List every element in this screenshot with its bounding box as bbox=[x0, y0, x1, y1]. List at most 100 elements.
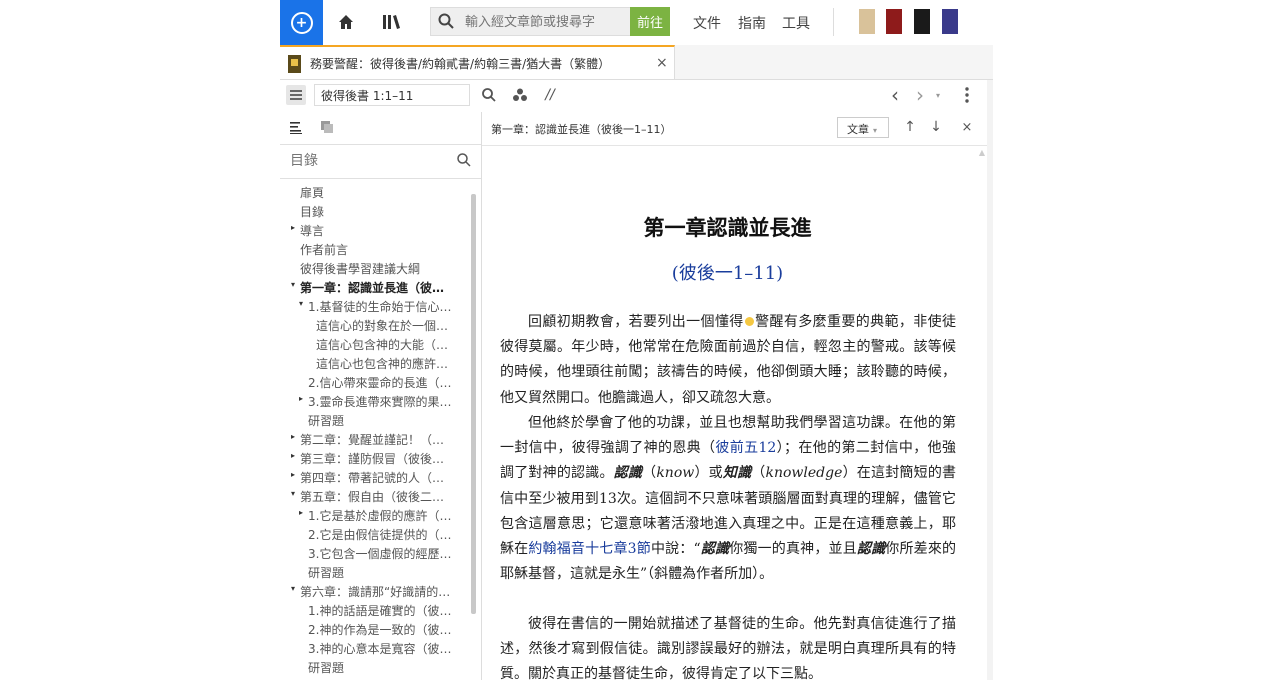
sidebar-tabs bbox=[280, 112, 481, 145]
toc-sidebar: 扉頁目錄 ▸ 導言作者前言彼得後書學習建議大綱 ▾ 第一章：認識並長進（彼… ▾ 1.基督徒… bbox=[280, 112, 482, 680]
tab-bar: 務要警醒：彼得後書/約翰貳書/約翰三書/猶大書（繁體） × bbox=[280, 45, 993, 80]
menu-documents[interactable]: 文件 bbox=[693, 13, 721, 33]
toc-item[interactable]: 扉頁 bbox=[280, 182, 473, 201]
view-select-label: 文章 bbox=[847, 123, 869, 136]
toc-tab-icon[interactable] bbox=[289, 120, 303, 134]
toc-item-label: 第五章：假自由（彼後二… bbox=[300, 490, 445, 504]
toc-item[interactable]: ▾ 第一章：認識並長進（彼… bbox=[280, 277, 473, 296]
chevron-down-icon[interactable]: ▾ bbox=[291, 280, 295, 289]
chevron-right-icon[interactable]: ▸ bbox=[291, 432, 295, 441]
view-select[interactable]: 文章 ▾ bbox=[837, 117, 889, 138]
toc-item-label: 這信心的對象在於一個… bbox=[316, 319, 449, 333]
tab-resource[interactable]: 務要警醒：彼得後書/約翰貳書/約翰三書/猶大書（繁體） × bbox=[280, 45, 675, 79]
paragraph-1: 回顧初期教會，若要列出一個懂得 警醒有多麼重要的典範，非使徒彼得莫屬。年少時，他常… bbox=[500, 314, 957, 406]
tab-title: 務要警醒：彼得後書/約翰貳書/約翰三書/猶大書（繁體） bbox=[310, 57, 611, 71]
search-icon[interactable] bbox=[480, 86, 498, 104]
reference-input[interactable] bbox=[314, 84, 470, 106]
toc-item[interactable]: 2.神的作為是一致的（彼… bbox=[280, 619, 473, 638]
menu-icon[interactable] bbox=[286, 85, 306, 105]
toc-item[interactable]: ▾ 第六章：識請那“好識請的… bbox=[280, 581, 473, 600]
toc-item-label: 作者前言 bbox=[300, 243, 349, 257]
book-cover-2[interactable] bbox=[886, 9, 902, 34]
toc-item[interactable]: ▸ 1.它是基於虛假的應許（… bbox=[280, 505, 473, 524]
toc-item[interactable]: ▸ 3.靈命長進帶來實際的果… bbox=[280, 391, 473, 410]
toc-item[interactable]: 彼得後書學習建議大綱 bbox=[280, 258, 473, 277]
visual-filter-icon[interactable] bbox=[511, 86, 529, 104]
close-icon[interactable]: × bbox=[959, 119, 975, 135]
arrow-up-icon[interactable]: ↑ bbox=[902, 119, 918, 135]
toc-item[interactable]: ▾ 第五章：假自由（彼後二… bbox=[280, 486, 473, 505]
toc-item-label: 這信心也包含神的應許… bbox=[316, 357, 449, 371]
search-icon[interactable] bbox=[437, 12, 455, 30]
parallel-resources-icon[interactable]: // bbox=[541, 86, 559, 104]
back-arrow-icon[interactable]: ‹ bbox=[886, 83, 904, 107]
logo-icon: + bbox=[290, 11, 313, 34]
search-icon[interactable] bbox=[456, 152, 472, 168]
toc-item[interactable]: 研習題 bbox=[280, 562, 473, 581]
app-window: + 前往 文件 指南 工具 務要警醒：彼得後書/約翰貳書/約翰三書/猶大書（繁體… bbox=[280, 0, 993, 680]
menu-tools[interactable]: 工具 bbox=[782, 13, 810, 33]
chevron-right-icon[interactable]: ▸ bbox=[299, 394, 303, 403]
chevron-down-icon[interactable]: ▾ bbox=[291, 584, 295, 593]
book-cover-3[interactable] bbox=[914, 9, 930, 34]
toc-item[interactable]: 研習題 bbox=[280, 410, 473, 429]
highlight-marker-icon[interactable] bbox=[744, 317, 754, 326]
home-icon[interactable] bbox=[334, 11, 358, 33]
toc-item[interactable]: 3.神的心意本是寬容（彼… bbox=[280, 638, 473, 657]
toc-item[interactable]: ▸ 第四章：帶著記號的人（… bbox=[280, 467, 473, 486]
paragraph-2: 但他終於學會了他的功課，並且也想幫助我們學習這功課。在他的第一封信中，彼得強調了… bbox=[500, 415, 957, 583]
book-cover-1[interactable] bbox=[859, 9, 875, 34]
scripture-link-john-17-3[interactable]: 約翰福音十七章3節 bbox=[528, 541, 651, 557]
toc-item[interactable]: ▾ 1.基督徒的生命始于信心… bbox=[280, 296, 473, 315]
arrow-down-icon[interactable]: ↓ bbox=[928, 119, 944, 135]
menu-guides[interactable]: 指南 bbox=[738, 13, 766, 33]
chevron-right-icon[interactable]: ▸ bbox=[291, 470, 295, 479]
chevron-down-icon[interactable]: ▾ bbox=[291, 489, 295, 498]
toc-item[interactable]: 這信心也包含神的應許… bbox=[280, 353, 473, 372]
toc-item-label: 1.神的話語是確實的（彼… bbox=[308, 604, 452, 618]
search-input[interactable] bbox=[463, 11, 627, 34]
toc-item-label: 2.信心帶來靈命的長進（… bbox=[308, 376, 452, 390]
content-pane: 第一章：認識並長進（彼後一1–11） 文章 ▾ ↑ ↓ × ▲ 第一章認識並長進 … bbox=[482, 112, 987, 680]
toc-item[interactable]: 3.它包含一個虛假的經歷… bbox=[280, 543, 473, 562]
pages-tab-icon[interactable] bbox=[320, 120, 334, 134]
more-options-icon[interactable] bbox=[958, 86, 976, 104]
scroll-up-icon[interactable]: ▲ bbox=[979, 148, 985, 157]
toc-search-input[interactable] bbox=[288, 152, 452, 170]
chevron-right-icon[interactable]: ▸ bbox=[291, 451, 295, 460]
library-icon[interactable] bbox=[379, 11, 403, 33]
toc-item[interactable]: 目錄 bbox=[280, 201, 473, 220]
close-tab-icon[interactable]: × bbox=[656, 55, 668, 71]
content-header: 第一章：認識並長進（彼後一1–11） 文章 ▾ ↑ ↓ × bbox=[482, 112, 987, 146]
app-logo[interactable]: + bbox=[280, 0, 323, 45]
toc-item-label: 2.它是由假信徒提供的（… bbox=[308, 528, 452, 542]
toc-item[interactable]: 這信心包含神的大能（… bbox=[280, 334, 473, 353]
toc-item[interactable]: 1.神的話語是確實的（彼… bbox=[280, 600, 473, 619]
toc-item-label: 目錄 bbox=[300, 205, 325, 219]
scripture-link-1pe-5-12[interactable]: 彼前五12 bbox=[715, 440, 776, 456]
chevron-right-icon[interactable]: ▸ bbox=[299, 508, 303, 517]
toc-item[interactable]: 2.它是由假信徒提供的（… bbox=[280, 524, 473, 543]
forward-arrow-icon[interactable]: › bbox=[911, 83, 929, 107]
chapter-subheading: (彼後一1–11) bbox=[671, 263, 784, 284]
toc-item[interactable]: 這信心的對象在於一個… bbox=[280, 315, 473, 334]
toc-item[interactable]: 2.信心帶來靈命的長進（… bbox=[280, 372, 473, 391]
toolbar-divider bbox=[833, 8, 834, 36]
chevron-down-icon[interactable]: ▾ bbox=[299, 299, 303, 308]
chapter-heading: 第一章認識並長進 bbox=[643, 215, 812, 240]
go-button[interactable]: 前往 bbox=[630, 7, 670, 36]
toc-item[interactable]: ▸ 第三章：謹防假冒（彼後… bbox=[280, 448, 473, 467]
resource-toolbar: // ‹ › ▾ bbox=[280, 80, 987, 113]
chevron-right-icon[interactable]: ▸ bbox=[291, 223, 295, 232]
toc-item-label: 3.靈命長進帶來實際的果… bbox=[308, 395, 452, 409]
toc-item[interactable]: 研習題 bbox=[280, 657, 473, 676]
sidebar-scrollbar[interactable] bbox=[471, 194, 476, 614]
toc-item[interactable]: 作者前言 bbox=[280, 239, 473, 258]
toc-item-label: 扉頁 bbox=[300, 186, 325, 200]
toc-item-label: 第一章：認識並長進（彼… bbox=[300, 281, 445, 295]
toc-item[interactable]: ▸ 第二章：覺醒並謹記！（… bbox=[280, 429, 473, 448]
book-cover-4[interactable] bbox=[942, 9, 958, 34]
toc-item-label: 彼得後書學習建議大綱 bbox=[300, 262, 421, 276]
history-dropdown-icon[interactable]: ▾ bbox=[929, 86, 947, 104]
toc-item[interactable]: ▸ 導言 bbox=[280, 220, 473, 239]
